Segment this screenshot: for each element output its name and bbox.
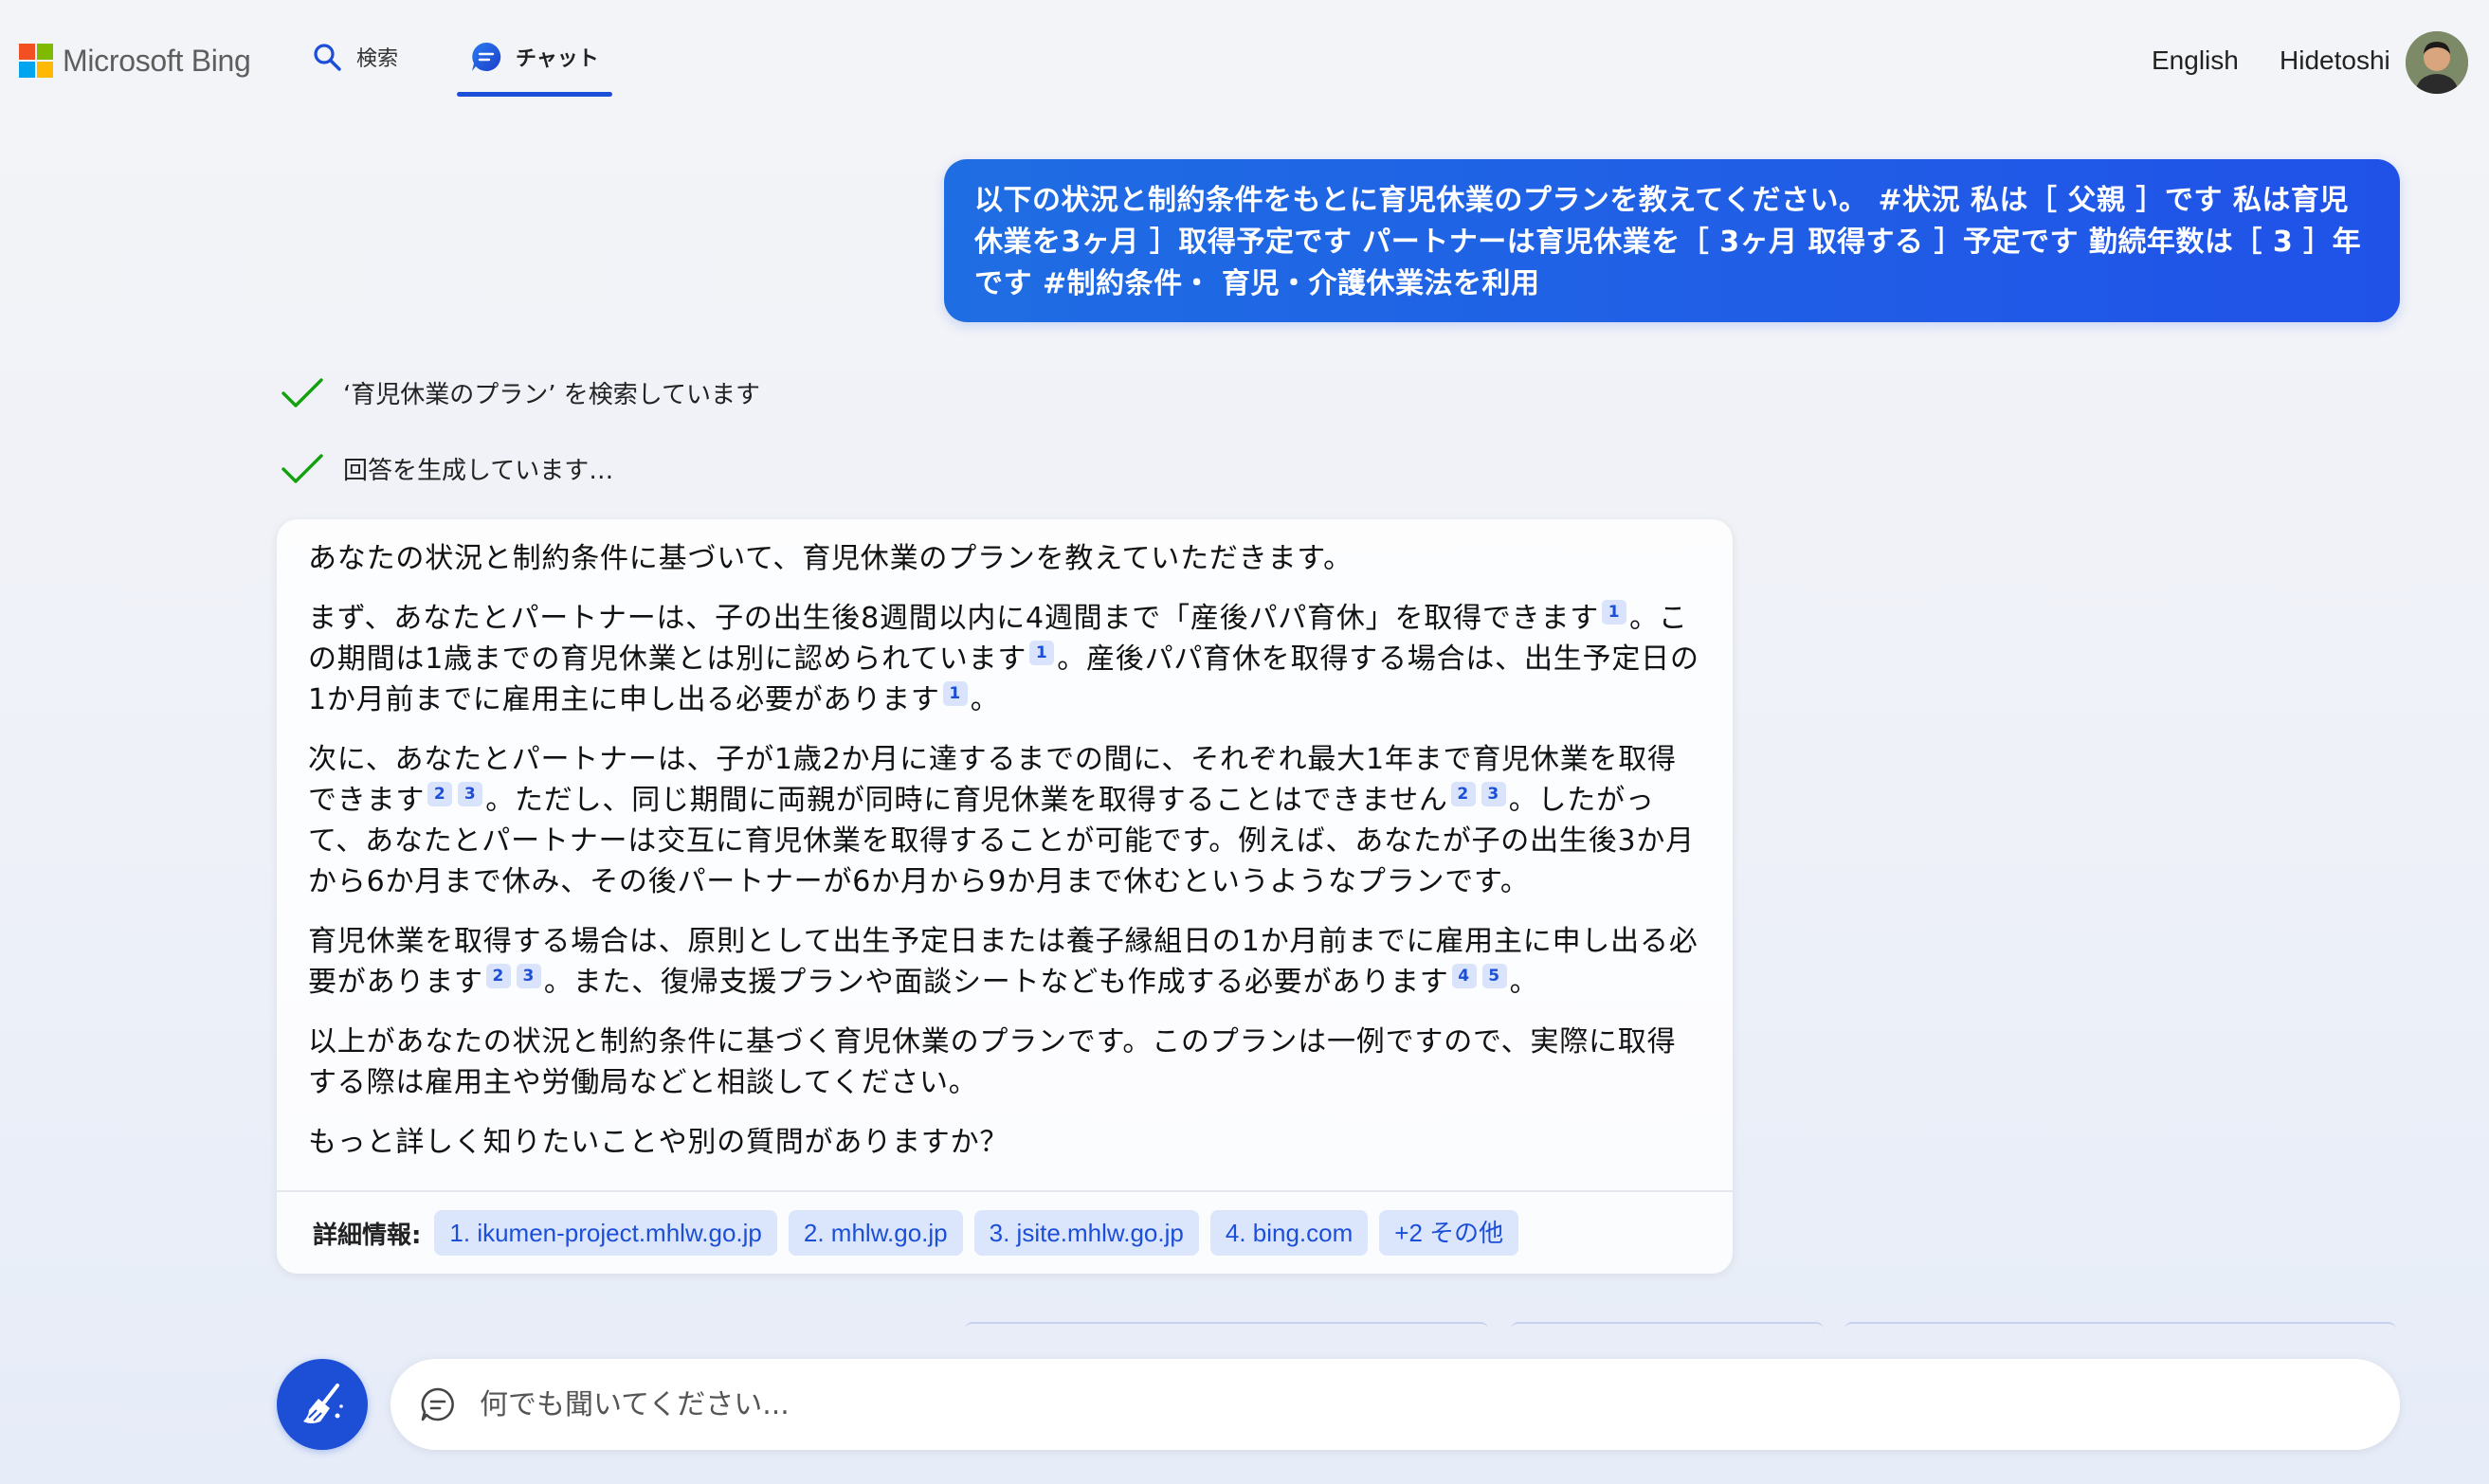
- microsoft-logo-icon: [19, 44, 53, 78]
- more-sources-button[interactable]: +2 その他: [1379, 1210, 1519, 1256]
- answer-body: あなたの状況と制約条件に基づいて、育児休業のプランを教えていただきます。 まず、…: [277, 519, 1733, 1163]
- learn-more-label: 詳細情報:: [313, 1221, 422, 1250]
- tab-chat[interactable]: チャット: [470, 38, 599, 76]
- suggestion-chip[interactable]: [965, 1322, 1488, 1330]
- suggestion-chip[interactable]: [1511, 1322, 1824, 1330]
- suggestion-chip[interactable]: [1844, 1322, 2396, 1330]
- citation-badge[interactable]: 2: [485, 964, 511, 988]
- citation-badge[interactable]: 2: [427, 782, 453, 806]
- answer-text: 。ただし、同じ期間に両親が同時に育児休業を取得することはできません: [485, 784, 1448, 817]
- tab-chat-label: チャット: [516, 47, 599, 71]
- answer-text: 。また、復帰支援プランや面談シートなども作成する必要があります: [543, 966, 1449, 999]
- broom-icon: [303, 1384, 343, 1423]
- citation-badge[interactable]: 2: [1450, 782, 1476, 806]
- check-icon: [282, 453, 323, 483]
- new-topic-button[interactable]: [277, 1359, 368, 1450]
- avatar[interactable]: [2406, 31, 2468, 94]
- active-tab-indicator: [457, 92, 612, 97]
- answer-paragraph: 以上があなたの状況と制約条件に基づく育児休業のプランです。このプランは一例ですの…: [308, 1022, 1702, 1103]
- language-switch[interactable]: English: [2152, 45, 2239, 76]
- citation-badge[interactable]: 3: [1481, 782, 1506, 806]
- progress-searching: ‘育児休業のプラン’ を検索しています: [281, 375, 760, 410]
- citation-badge[interactable]: 3: [516, 964, 541, 988]
- answer-text: もっと詳しく知りたいことや別の質問がありますか？: [308, 1126, 1009, 1159]
- answer-paragraph: まず、あなたとパートナーは、子の出生後8週間以内に4週間まで「産後パパ育休」を取…: [308, 598, 1702, 720]
- top-bar: Microsoft Bing 検索 チャット English Hidetoshi: [0, 0, 2489, 104]
- citation-badge[interactable]: 5: [1481, 964, 1507, 988]
- progress-generating: 回答を生成しています…: [281, 451, 613, 486]
- answer-paragraph: 育児休業を取得する場合は、原則として出生予定日または養子縁組日の1か月前までに雇…: [308, 921, 1702, 1003]
- source-link[interactable]: 2. mhlw.go.jp: [788, 1210, 963, 1256]
- answer-paragraph: もっと詳しく知りたいことや別の質問がありますか？: [308, 1122, 1702, 1163]
- chat-icon: [470, 41, 502, 73]
- answer-text: 以上があなたの状況と制約条件に基づく育児休業のプランです。このプランは一例ですの…: [308, 1025, 1677, 1099]
- citation-badge[interactable]: 4: [1451, 964, 1477, 988]
- tab-search-label: 検索: [356, 47, 399, 71]
- tab-search[interactable]: 検索: [311, 38, 398, 76]
- chat-input-box[interactable]: [391, 1359, 2400, 1450]
- answer-text: 。: [1509, 966, 1539, 999]
- source-link[interactable]: 3. jsite.mhlw.go.jp: [973, 1210, 1199, 1256]
- citation-badge[interactable]: 1: [1029, 641, 1055, 665]
- citation-badge[interactable]: 3: [458, 782, 483, 806]
- bing-logo[interactable]: Microsoft Bing: [19, 42, 251, 80]
- citation-badge[interactable]: 1: [1602, 600, 1627, 624]
- chat-bubble-icon: [421, 1387, 454, 1421]
- bot-answer-card: あなたの状況と制約条件に基づいて、育児休業のプランを教えていただきます。 まず、…: [277, 519, 1733, 1274]
- source-link[interactable]: 1. ikumen-project.mhlw.go.jp: [434, 1210, 777, 1256]
- answer-paragraph: 次に、あなたとパートナーは、子が1歳2か月に達するまでの間に、それぞれ最大1年ま…: [308, 739, 1702, 902]
- answer-text: 。: [970, 683, 1000, 716]
- progress-text: 回答を生成しています…: [343, 457, 614, 485]
- progress-text: ‘育児休業のプラン’ を検索しています: [343, 381, 761, 409]
- source-link[interactable]: 4. bing.com: [1209, 1210, 1369, 1256]
- chat-input[interactable]: [480, 1387, 2280, 1421]
- user-message-bubble: 以下の状況と制約条件をもとに育児休業のプランを教えてください。 #状況 私は［ …: [944, 159, 2400, 322]
- user-name[interactable]: Hidetoshi: [2280, 45, 2390, 76]
- brand-name: Microsoft Bing: [63, 43, 251, 78]
- learn-more-bar: 詳細情報: 1. ikumen-project.mhlw.go.jp 2. mh…: [277, 1190, 1733, 1274]
- search-icon: [311, 41, 343, 73]
- answer-paragraph: あなたの状況と制約条件に基づいて、育児休業のプランを教えていただきます。: [308, 538, 1702, 579]
- check-icon: [282, 377, 323, 407]
- answer-text: あなたの状況と制約条件に基づいて、育児休業のプランを教えていただきます。: [308, 542, 1353, 575]
- citation-badge[interactable]: 1: [942, 681, 968, 706]
- answer-text: まず、あなたとパートナーは、子の出生後8週間以内に4週間まで「産後パパ育休」を取…: [308, 602, 1600, 635]
